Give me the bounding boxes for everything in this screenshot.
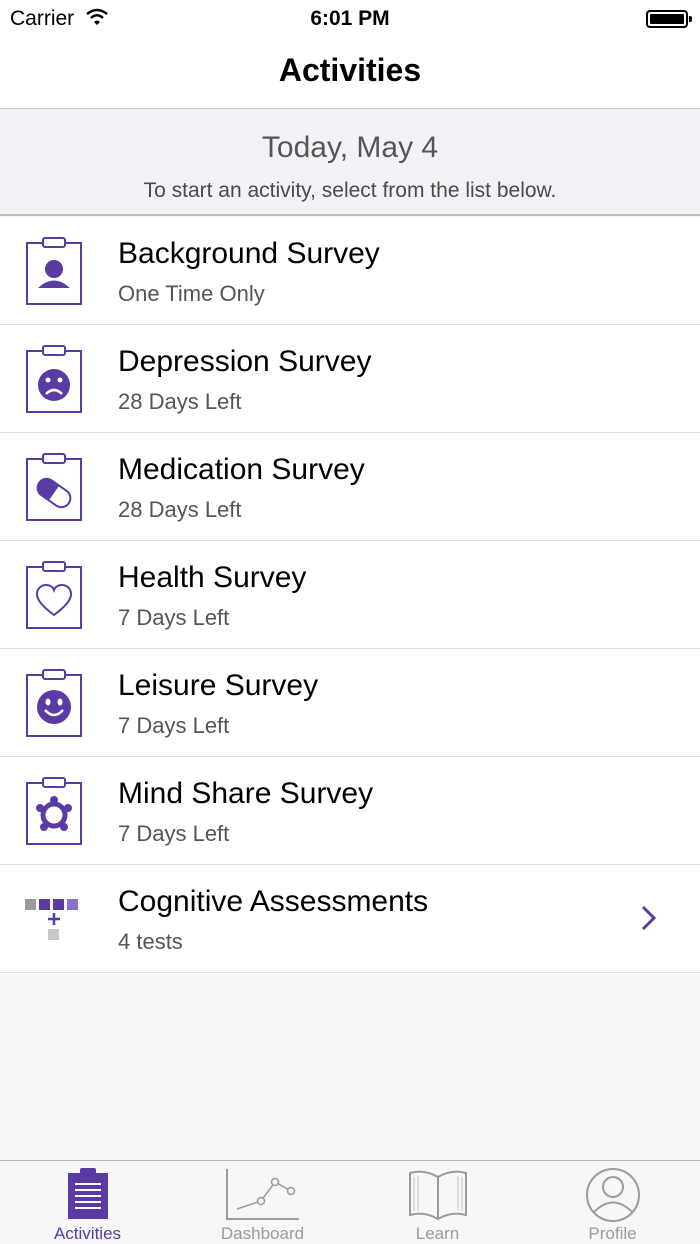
user-circle-icon [585,1168,640,1222]
tab-learn[interactable]: Learn [350,1161,525,1244]
tab-label: Profile [588,1224,637,1243]
open-book-icon [408,1170,467,1221]
activity-subtitle: 28 Days Left [118,497,242,522]
tab-profile[interactable]: Profile [525,1161,700,1244]
activity-title: Background Survey [118,237,380,270]
date-header: Today, May 4 To start an activity, selec… [0,109,700,216]
activity-row-health-survey[interactable]: Health Survey 7 Days Left [0,541,700,649]
activity-row-mind-share-survey[interactable]: Mind Share Survey 7 Days Left [0,757,700,865]
tab-activities[interactable]: Activities [0,1161,175,1244]
activity-subtitle: 7 Days Left [118,605,230,630]
activity-title: Health Survey [118,561,307,594]
activity-list: Background Survey One Time Only Depressi… [0,217,700,973]
today-date: Today, May 4 [261,131,439,164]
activity-subtitle: 28 Days Left [118,389,242,414]
tab-label: Learn [415,1224,460,1243]
smile-face-clipboard-icon [26,669,82,737]
sad-face-clipboard-icon [26,345,82,413]
blocks-plus-icon [25,899,78,940]
activity-title: Leisure Survey [118,669,319,702]
activity-subtitle: 4 tests [118,929,183,954]
activity-row-cognitive-assessments[interactable]: Cognitive Assessments 4 tests [0,865,700,973]
tab-label: Dashboard [220,1224,305,1243]
heart-clipboard-icon [26,561,82,629]
battery-icon [646,10,692,28]
activity-title: Cognitive Assessments [118,885,429,918]
chevron-right-icon[interactable] [638,903,660,933]
activity-row-background-survey[interactable]: Background Survey One Time Only [0,217,700,325]
tab-label: Activities [53,1224,122,1243]
activity-row-depression-survey[interactable]: Depression Survey 28 Days Left [0,325,700,433]
activity-subtitle: 7 Days Left [118,713,230,738]
navigation-bar: Activities [0,40,700,109]
activity-subtitle: 7 Days Left [118,821,230,846]
pill-clipboard-icon [26,453,82,521]
activity-row-medication-survey[interactable]: Medication Survey 28 Days Left [0,433,700,541]
page-title: Activities [278,52,422,88]
activity-title: Medication Survey [118,453,365,486]
instructions-text: To start an activity, select from the li… [143,179,557,202]
tab-bar: Activities Dashboard Learn Profile [0,1160,700,1244]
tab-dashboard[interactable]: Dashboard [175,1161,350,1244]
clipboard-list-icon [67,1168,108,1219]
activity-title: Depression Survey [118,345,372,378]
line-chart-icon [225,1169,299,1220]
activity-row-leisure-survey[interactable]: Leisure Survey 7 Days Left [0,649,700,757]
status-bar: Carrier 6:01 PM [0,0,700,40]
network-clipboard-icon [26,777,82,845]
activity-title: Mind Share Survey [118,777,374,810]
person-clipboard-icon [26,237,82,305]
activity-subtitle: One Time Only [118,281,265,306]
clock: 6:01 PM [310,7,390,30]
